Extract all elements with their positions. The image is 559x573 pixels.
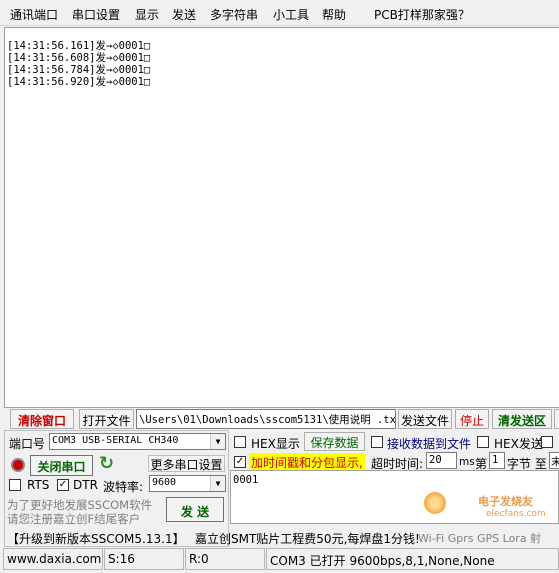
dtr-label: DTR [73,478,98,492]
watermark-logo-icon [424,492,446,514]
ticker-text[interactable]: 嘉立创SMT贴片工程费50元,每焊盘1分钱! [195,530,420,547]
baud-rate-label: 波特率: [103,480,144,494]
byte-end-select[interactable]: 末 [549,452,559,469]
send-file-button[interactable]: 发送文件 [398,409,452,429]
timeout-unit: ms [459,456,475,468]
menu-bar: 通讯端口 串口设置 显示 发送 多字符串 小工具 帮助 PCB打样那家强？ [0,0,559,26]
receive-area[interactable]: [14:31:56.161]发→◇0001□ [14:31:56.608]发→◇… [4,27,559,408]
status-port-state: COM3 已打开 9600bps,8,1,None,None [266,548,559,570]
clear-window-button[interactable]: 清除窗口 [10,409,74,429]
baud-rate-select[interactable]: 9600 ▼ [149,475,226,492]
log-line: [14:31:56.784]发→◇0001□ [7,64,151,76]
file-path-field[interactable]: \Users\01\Downloads\sscom5131\使用说明 .txt [136,409,396,429]
timeout-input[interactable]: 20 [426,452,457,469]
toolbar-overflow-button[interactable] [554,409,559,429]
menu-serial-settings[interactable]: 串口设置 [72,6,120,23]
hex-send-label: HEX发送 [494,437,543,451]
dtr-checkbox[interactable]: ✓ [57,479,69,491]
menu-tools[interactable]: 小工具 [273,6,309,23]
port-select[interactable]: COM3 USB-SERIAL CH340 ▼ [49,433,226,450]
log-line: [14:31:56.608]发→◇0001□ [7,52,151,64]
baud-rate-value: 9600 [152,477,177,488]
byte-start-input[interactable]: 1 [489,452,505,469]
status-received-count: R:0 [185,548,265,570]
port-value: COM3 USB-SERIAL CH340 [52,435,179,446]
ticker-tail[interactable]: Wi-Fi Gprs GPS Lora 射 [418,530,541,546]
chevron-down-icon[interactable]: ▼ [210,476,225,491]
log-line: [14:31:56.920]发→◇0001□ [7,76,151,88]
watermark-url: elecfans.com [486,509,546,519]
status-sent-count: S:16 [104,548,184,570]
stop-button[interactable]: 停止 [455,409,489,429]
hex-send-checkbox[interactable] [477,436,489,448]
log-line: [14:31:56.161]发→◇0001□ [7,40,151,52]
rts-label: RTS [27,478,50,492]
menu-pcb-promo[interactable]: PCB打样那家强？ [374,6,470,23]
menu-send[interactable]: 发送 [172,6,196,23]
recv-to-file-label: 接收数据到文件 [387,437,472,451]
port-label: 端口号 [9,437,46,451]
menu-comm-port[interactable]: 通讯端口 [10,6,58,23]
extra-checkbox[interactable] [541,436,553,448]
port-status-indicator-icon [11,458,25,472]
clear-send-button[interactable]: 清发送区 [492,409,552,429]
menu-display[interactable]: 显示 [135,6,159,23]
save-data-button[interactable]: 保存数据 [304,432,365,451]
send-button[interactable]: 发 送 [166,497,224,522]
refresh-icon[interactable]: ↻ [99,455,114,473]
open-file-button[interactable]: 打开文件 [79,409,134,429]
rts-checkbox[interactable] [9,479,21,491]
watermark-text: 电子发烧友 [478,495,533,508]
status-website[interactable]: www.daxia.com [3,548,103,570]
timestamp-checkbox[interactable]: ✓ [234,456,246,468]
menu-help[interactable]: 帮助 [322,6,346,23]
menu-multi-string[interactable]: 多字符串 [210,6,258,23]
close-port-button[interactable]: 关闭串口 [30,455,93,476]
recv-to-file-checkbox[interactable] [371,436,383,448]
hex-display-checkbox[interactable] [234,436,246,448]
more-serial-settings-button[interactable]: 更多串口设置 [148,455,225,472]
upgrade-banner[interactable]: 【升级到新版本SSCOM5.13.1】 [7,530,185,547]
chevron-down-icon[interactable]: ▼ [210,434,225,449]
hex-display-label: HEX显示 [251,437,300,451]
promo-line-2: 请您注册嘉立创F结尾客户 [7,512,141,526]
